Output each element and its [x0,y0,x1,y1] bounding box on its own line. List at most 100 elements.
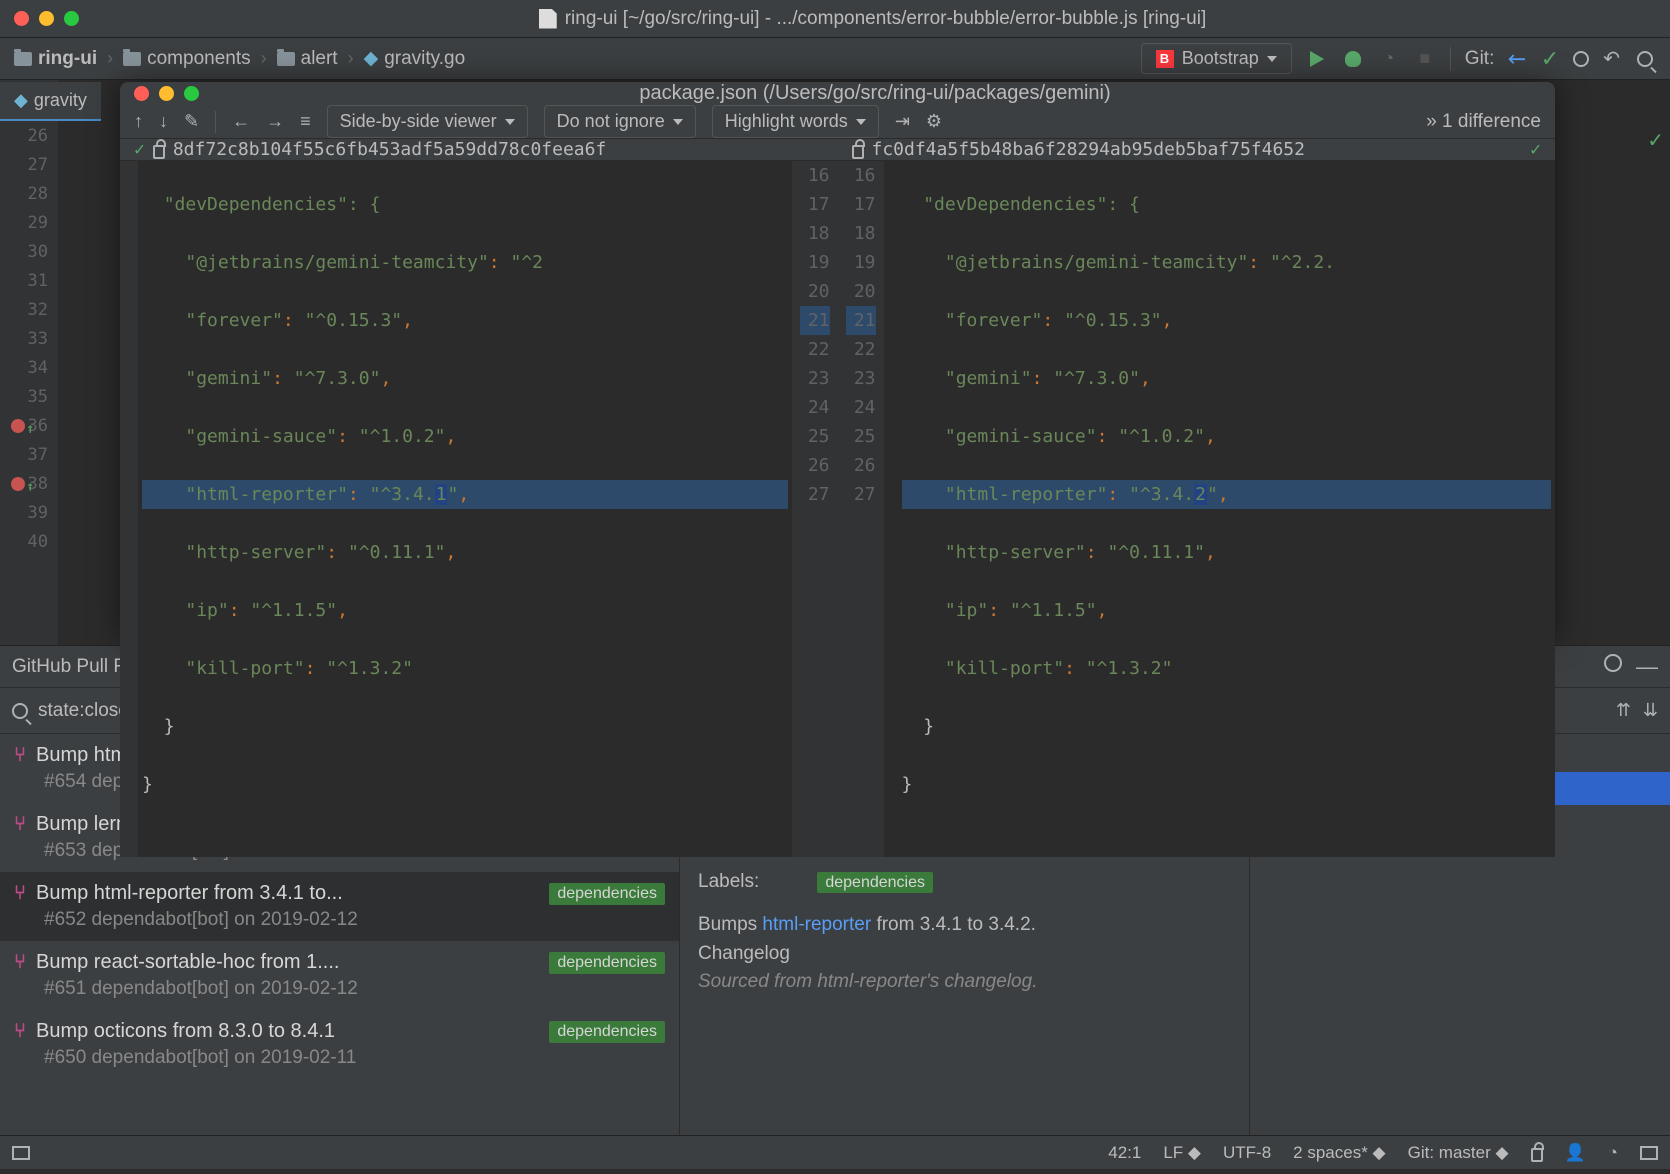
window-title: ring-ui [~/go/src/ring-ui] - .../compone… [565,8,1207,30]
highlight-mode-select[interactable]: Highlight words [712,105,879,138]
right-revision: fc0df4a5f5b48ba6f28294ab95deb5baf75f4652… [838,139,1556,160]
git-label: Git: [1465,48,1495,70]
search-everywhere-button[interactable] [1634,48,1656,70]
search-icon [12,703,28,719]
bootstrap-icon [1156,50,1174,68]
run-button[interactable] [1306,48,1328,70]
folder-icon [123,52,141,66]
close-dialog-button[interactable] [134,86,149,101]
breadcrumb-item[interactable]: alert [277,48,338,70]
editor-area: ◆gravity 26272829303132333435 36 37 38 3… [0,80,1670,645]
list-button[interactable]: ≡ [300,111,311,132]
caret-position[interactable]: 42:1 [1108,1143,1141,1163]
tool-windows-button[interactable] [12,1146,30,1160]
editor-gutter[interactable]: 26272829303132333435 36 37 38 3940 [0,80,58,645]
left-gutter-fold[interactable] [120,161,138,857]
breakpoint-icon[interactable] [11,419,25,433]
git-history-button[interactable] [1573,51,1589,67]
collapse-all-button[interactable]: ⇊ [1643,700,1658,721]
stop-button[interactable]: ■ [1414,48,1436,70]
viewer-mode-select[interactable]: Side-by-side viewer [327,105,528,138]
label-badge: dependencies [549,883,665,905]
collapse-button[interactable]: ⇥ [895,111,910,132]
right-line-numbers: 161718192021222324252627 [838,161,884,857]
zoom-window-button[interactable] [64,11,79,26]
label-badge: dependencies [549,952,665,974]
folder-icon [14,52,32,66]
status-bar: 42:1 LF ◆ UTF-8 2 spaces* ◆ Git: master … [0,1135,1670,1169]
search-icon [1637,51,1653,67]
main-toolbar: ring-ui › components › alert › ◆gravity.… [0,38,1670,80]
breakpoint-icon[interactable] [11,477,25,491]
merged-pr-icon: ⑂ [14,813,26,836]
pr-link[interactable]: html-reporter's changelog [817,971,1032,992]
chevron-right-icon: › [107,48,113,69]
pr-item[interactable]: ⑂Bump react-sortable-hoc from 1....depen… [0,941,679,1010]
breadcrumb-item[interactable]: components [123,48,251,70]
label-badge: dependencies [817,872,933,893]
ignore-mode-select[interactable]: Do not ignore [544,105,696,138]
pr-description: Bumps html-reporter from 3.4.1 to 3.4.2.… [698,911,1231,997]
expand-all-button[interactable]: ⇈ [1616,700,1631,721]
prev-diff-button[interactable]: ↑ [134,111,143,132]
settings-button[interactable]: ⚙ [926,111,942,132]
debug-button[interactable] [1342,48,1364,70]
lock-icon[interactable] [1531,1148,1543,1162]
breadcrumb-item[interactable]: ◆gravity.go [364,47,466,70]
prev-file-button[interactable]: ← [232,111,250,132]
edit-button[interactable]: ✎ [184,111,199,132]
chevron-down-icon [505,119,515,125]
pr-labels: Labels: dependencies [698,871,1231,893]
check-icon: ✓ [134,139,145,160]
git-update-button[interactable]: ↙ [1502,43,1533,74]
merged-pr-icon: ⑂ [14,1020,26,1043]
hector-icon[interactable]: 👤 [1565,1143,1586,1163]
diff-count: » 1 difference [1426,111,1541,133]
hide-panel-button[interactable]: — [1636,654,1658,680]
coverage-button[interactable]: ◔ [1378,48,1400,70]
pr-item[interactable]: ⑂Bump octicons from 8.3.0 to 8.4.1depend… [0,1010,679,1079]
gear-icon[interactable] [1604,654,1622,672]
git-branch[interactable]: Git: master ◆ [1408,1143,1509,1163]
inspection-ok-icon[interactable]: ✓ [1647,128,1664,153]
close-window-button[interactable] [14,11,29,26]
diff-toolbar: ↑ ↓ ✎ ← → ≡ Side-by-side viewer Do not i… [120,105,1555,139]
pr-item[interactable]: ⑂Bump html-reporter from 3.4.1 to...depe… [0,872,679,941]
diff-title-bar: package.json (/Users/go/src/ring-ui/pack… [120,82,1555,105]
git-commit-button[interactable]: ✓ [1541,46,1559,72]
diff-revision-bar: ✓8df72c8b104f55c6fb453adf5a59dd78c0feea6… [120,139,1555,161]
merged-pr-icon: ⑂ [14,882,26,905]
indent-settings[interactable]: 2 spaces* ◆ [1293,1143,1385,1163]
breadcrumb-item[interactable]: ring-ui [14,48,97,70]
go-file-icon: ◆ [364,47,379,70]
chevron-down-icon [673,119,683,125]
lock-icon [153,145,165,159]
next-file-button[interactable]: → [266,111,284,132]
left-line-numbers: 161718192021222324252627 [792,161,838,857]
chevron-right-icon: › [348,48,354,69]
folder-icon [277,52,295,66]
line-separator[interactable]: LF ◆ [1163,1143,1201,1163]
label-badge: dependencies [549,1021,665,1043]
git-revert-button[interactable]: ↶ [1603,46,1620,71]
diff-title: package.json (/Users/go/src/ring-ui/pack… [209,82,1541,105]
minimize-window-button[interactable] [39,11,54,26]
minimize-dialog-button[interactable] [159,86,174,101]
play-icon [1310,51,1324,67]
run-config-selector[interactable]: Bootstrap [1141,43,1292,74]
zoom-dialog-button[interactable] [184,86,199,101]
file-encoding[interactable]: UTF-8 [1223,1143,1271,1163]
chevron-down-icon [1267,56,1277,62]
status-frame-icon[interactable] [1640,1146,1658,1160]
file-icon [539,9,557,29]
left-revision: ✓8df72c8b104f55c6fb453adf5a59dd78c0feea6… [120,139,838,160]
right-code[interactable]: "devDependencies": { "@jetbrains/gemini-… [884,161,1556,857]
merged-pr-icon: ⑂ [14,951,26,974]
pr-link[interactable]: html-reporter [762,914,871,935]
diff-body[interactable]: "devDependencies": { "@jetbrains/gemini-… [120,161,1555,857]
next-diff-button[interactable]: ↓ [159,111,168,132]
chevron-down-icon [856,119,866,125]
editor-tab[interactable]: ◆gravity [0,82,101,121]
memory-icon[interactable]: ◔ [1608,1143,1618,1163]
left-code[interactable]: "devDependencies": { "@jetbrains/gemini-… [138,161,792,857]
